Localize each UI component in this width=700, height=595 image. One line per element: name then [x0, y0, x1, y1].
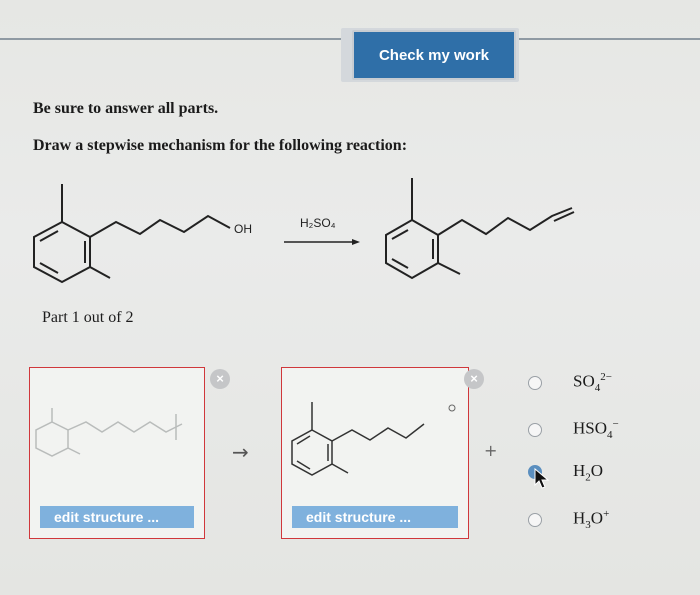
check-my-work-button[interactable]: Check my work: [352, 30, 516, 80]
mechanism-arrow-icon: →: [232, 440, 249, 464]
part-label: Part 1 out of 2: [42, 309, 134, 326]
plus-sign: +: [484, 441, 498, 460]
structure-box-2[interactable]: edit structure ...: [281, 367, 469, 539]
option-hydronium[interactable]: H3O+: [528, 508, 609, 532]
reagent-label: H₂SO₄: [300, 216, 336, 230]
radio-hydronium[interactable]: [528, 513, 542, 527]
remove-structure-2-button[interactable]: ×: [464, 369, 484, 389]
check-my-work-label: Check my work: [378, 46, 490, 64]
option-hydronium-label: H3O+: [573, 508, 610, 532]
radio-bisulfate[interactable]: [528, 423, 542, 437]
option-bisulfate[interactable]: HSO4−: [528, 418, 619, 442]
instruction-answer-all: Be sure to answer all parts.: [33, 100, 219, 117]
screen: Check my work Be sure to answer all part…: [0, 0, 700, 595]
radio-sulfate[interactable]: [528, 376, 542, 390]
box1-structure-drawing: [35, 408, 183, 457]
edit-structure-button-1[interactable]: edit structure ...: [40, 506, 194, 528]
product-structure: [385, 178, 575, 280]
instruction-draw-mechanism: Draw a stepwise mechanism for the follow…: [33, 137, 408, 154]
edit-structure-button-2[interactable]: edit structure ...: [292, 506, 458, 528]
option-bisulfate-label: HSO4−: [573, 418, 619, 442]
option-sulfate-label: SO42−: [573, 371, 612, 395]
option-water-label: H2O: [573, 460, 604, 484]
remove-structure-1-button[interactable]: ×: [210, 369, 230, 389]
structure-box-1[interactable]: edit structure ...: [29, 367, 205, 539]
reactant-structure: [33, 184, 231, 284]
mouse-cursor-icon: [534, 467, 550, 489]
reaction-arrow: [284, 239, 360, 245]
reactant-oh-label: OH: [234, 222, 252, 236]
option-sulfate[interactable]: SO42−: [528, 371, 612, 395]
box2-structure-drawing: [291, 402, 456, 476]
